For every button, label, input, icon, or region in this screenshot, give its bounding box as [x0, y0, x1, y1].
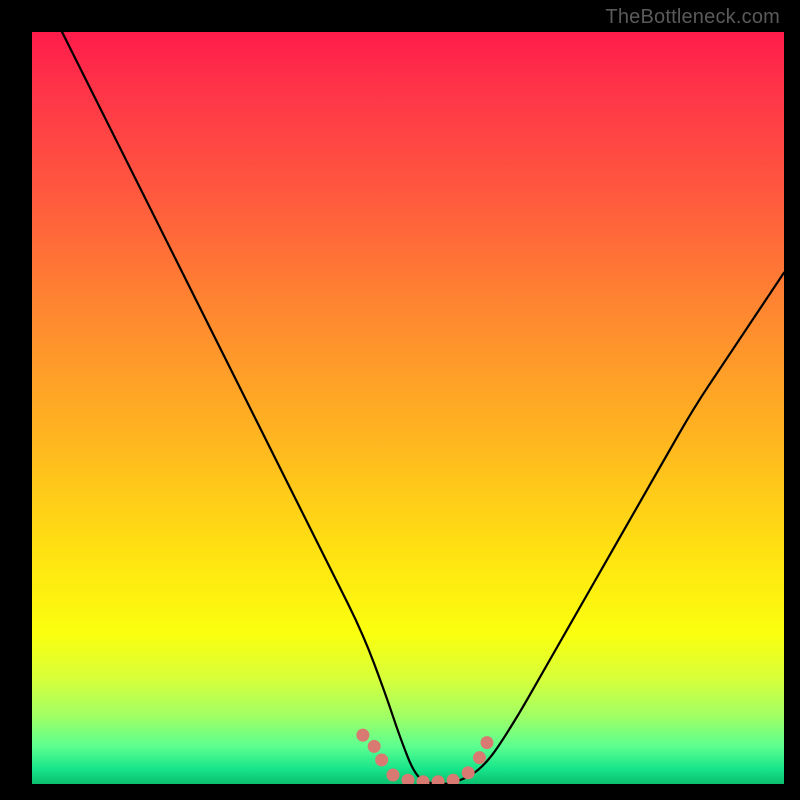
chart-frame: TheBottleneck.com — [0, 0, 800, 800]
curve-marker — [402, 774, 415, 784]
bottleneck-curve-svg — [32, 32, 784, 784]
plot-gradient-background — [32, 32, 784, 784]
curve-marker — [473, 751, 486, 764]
curve-marker — [462, 766, 475, 779]
curve-marker — [447, 774, 460, 784]
curve-marker — [368, 740, 381, 753]
curve-marker — [432, 775, 445, 784]
bottleneck-curve — [62, 32, 784, 784]
curve-marker — [356, 729, 369, 742]
curve-markers — [356, 729, 493, 784]
curve-marker — [386, 768, 399, 781]
curve-marker — [480, 736, 493, 749]
curve-marker — [375, 753, 388, 766]
attribution-label: TheBottleneck.com — [605, 6, 780, 29]
